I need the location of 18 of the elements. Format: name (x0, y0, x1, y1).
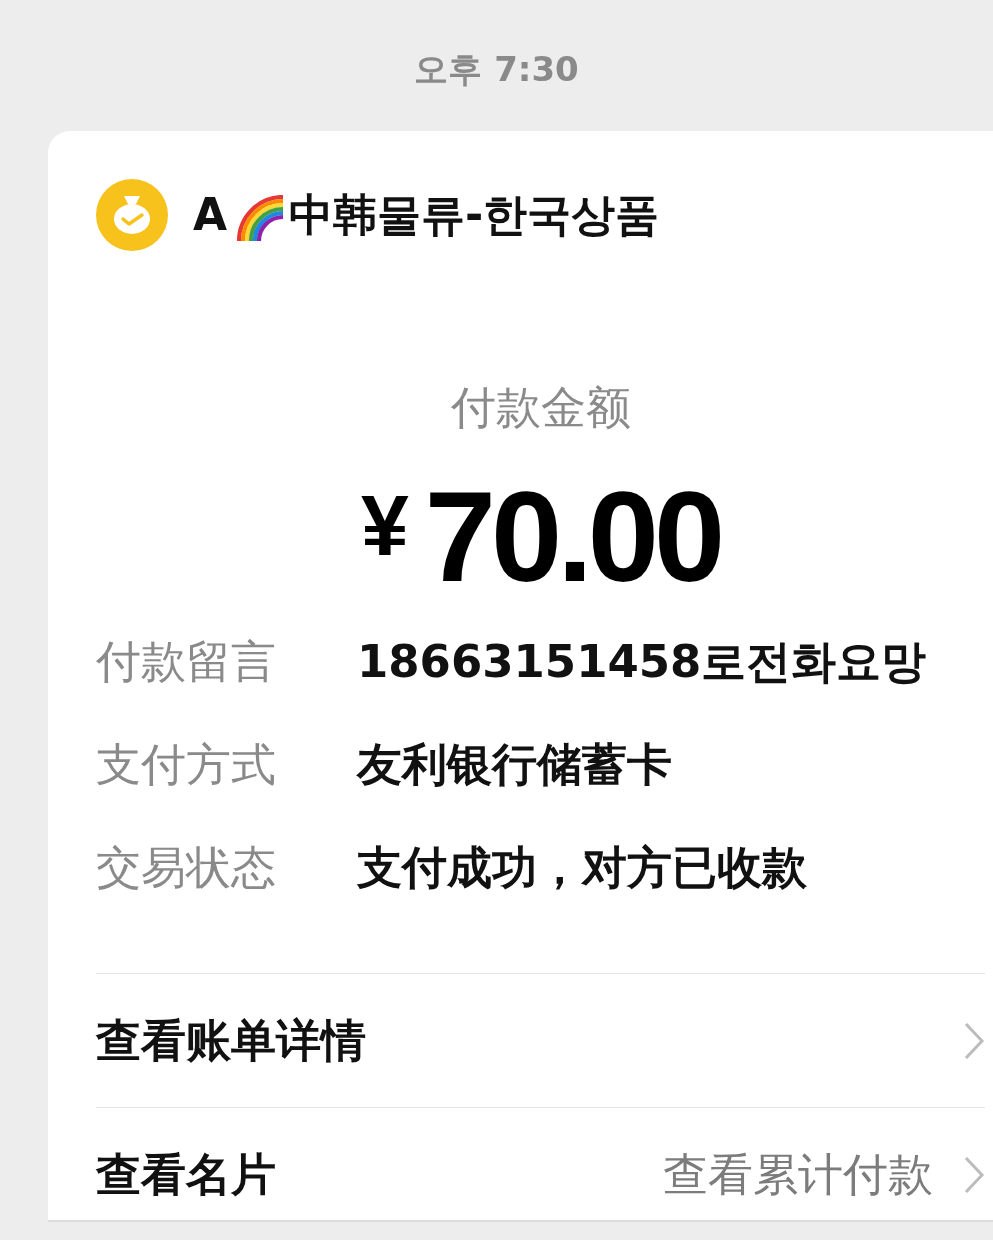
detail-label: 交易状态 (96, 840, 276, 895)
payment-amount: 70.00 (424, 473, 721, 601)
detail-value: 支付成功，对方已收款 (357, 840, 807, 895)
menu-row[interactable]: 查看账单详情 (96, 973, 985, 1107)
row-hint-text: 查看累计付款 (663, 1148, 933, 1202)
chevron-right-icon (963, 1155, 985, 1195)
merchant-initial: A (193, 188, 228, 242)
amount-title: 付款金额 (449, 380, 632, 436)
menu-row[interactable]: 查看名片 查看累计付款 (96, 1107, 985, 1220)
chevron-right-icon (963, 1020, 985, 1061)
message-time: 오후 7:30 (414, 49, 579, 90)
currency-symbol: ¥ (360, 482, 409, 568)
detail-label: 支付方式 (96, 737, 276, 792)
detail-value: 友利银行储蓄卡 (357, 737, 672, 792)
detail-label: 付款留言 (96, 634, 276, 689)
detail-value: 18663151458로전화요망 (357, 634, 927, 689)
merchant-name: 中韩물류-한국상품 (289, 188, 660, 242)
money-bag-logo-icon (96, 179, 168, 251)
